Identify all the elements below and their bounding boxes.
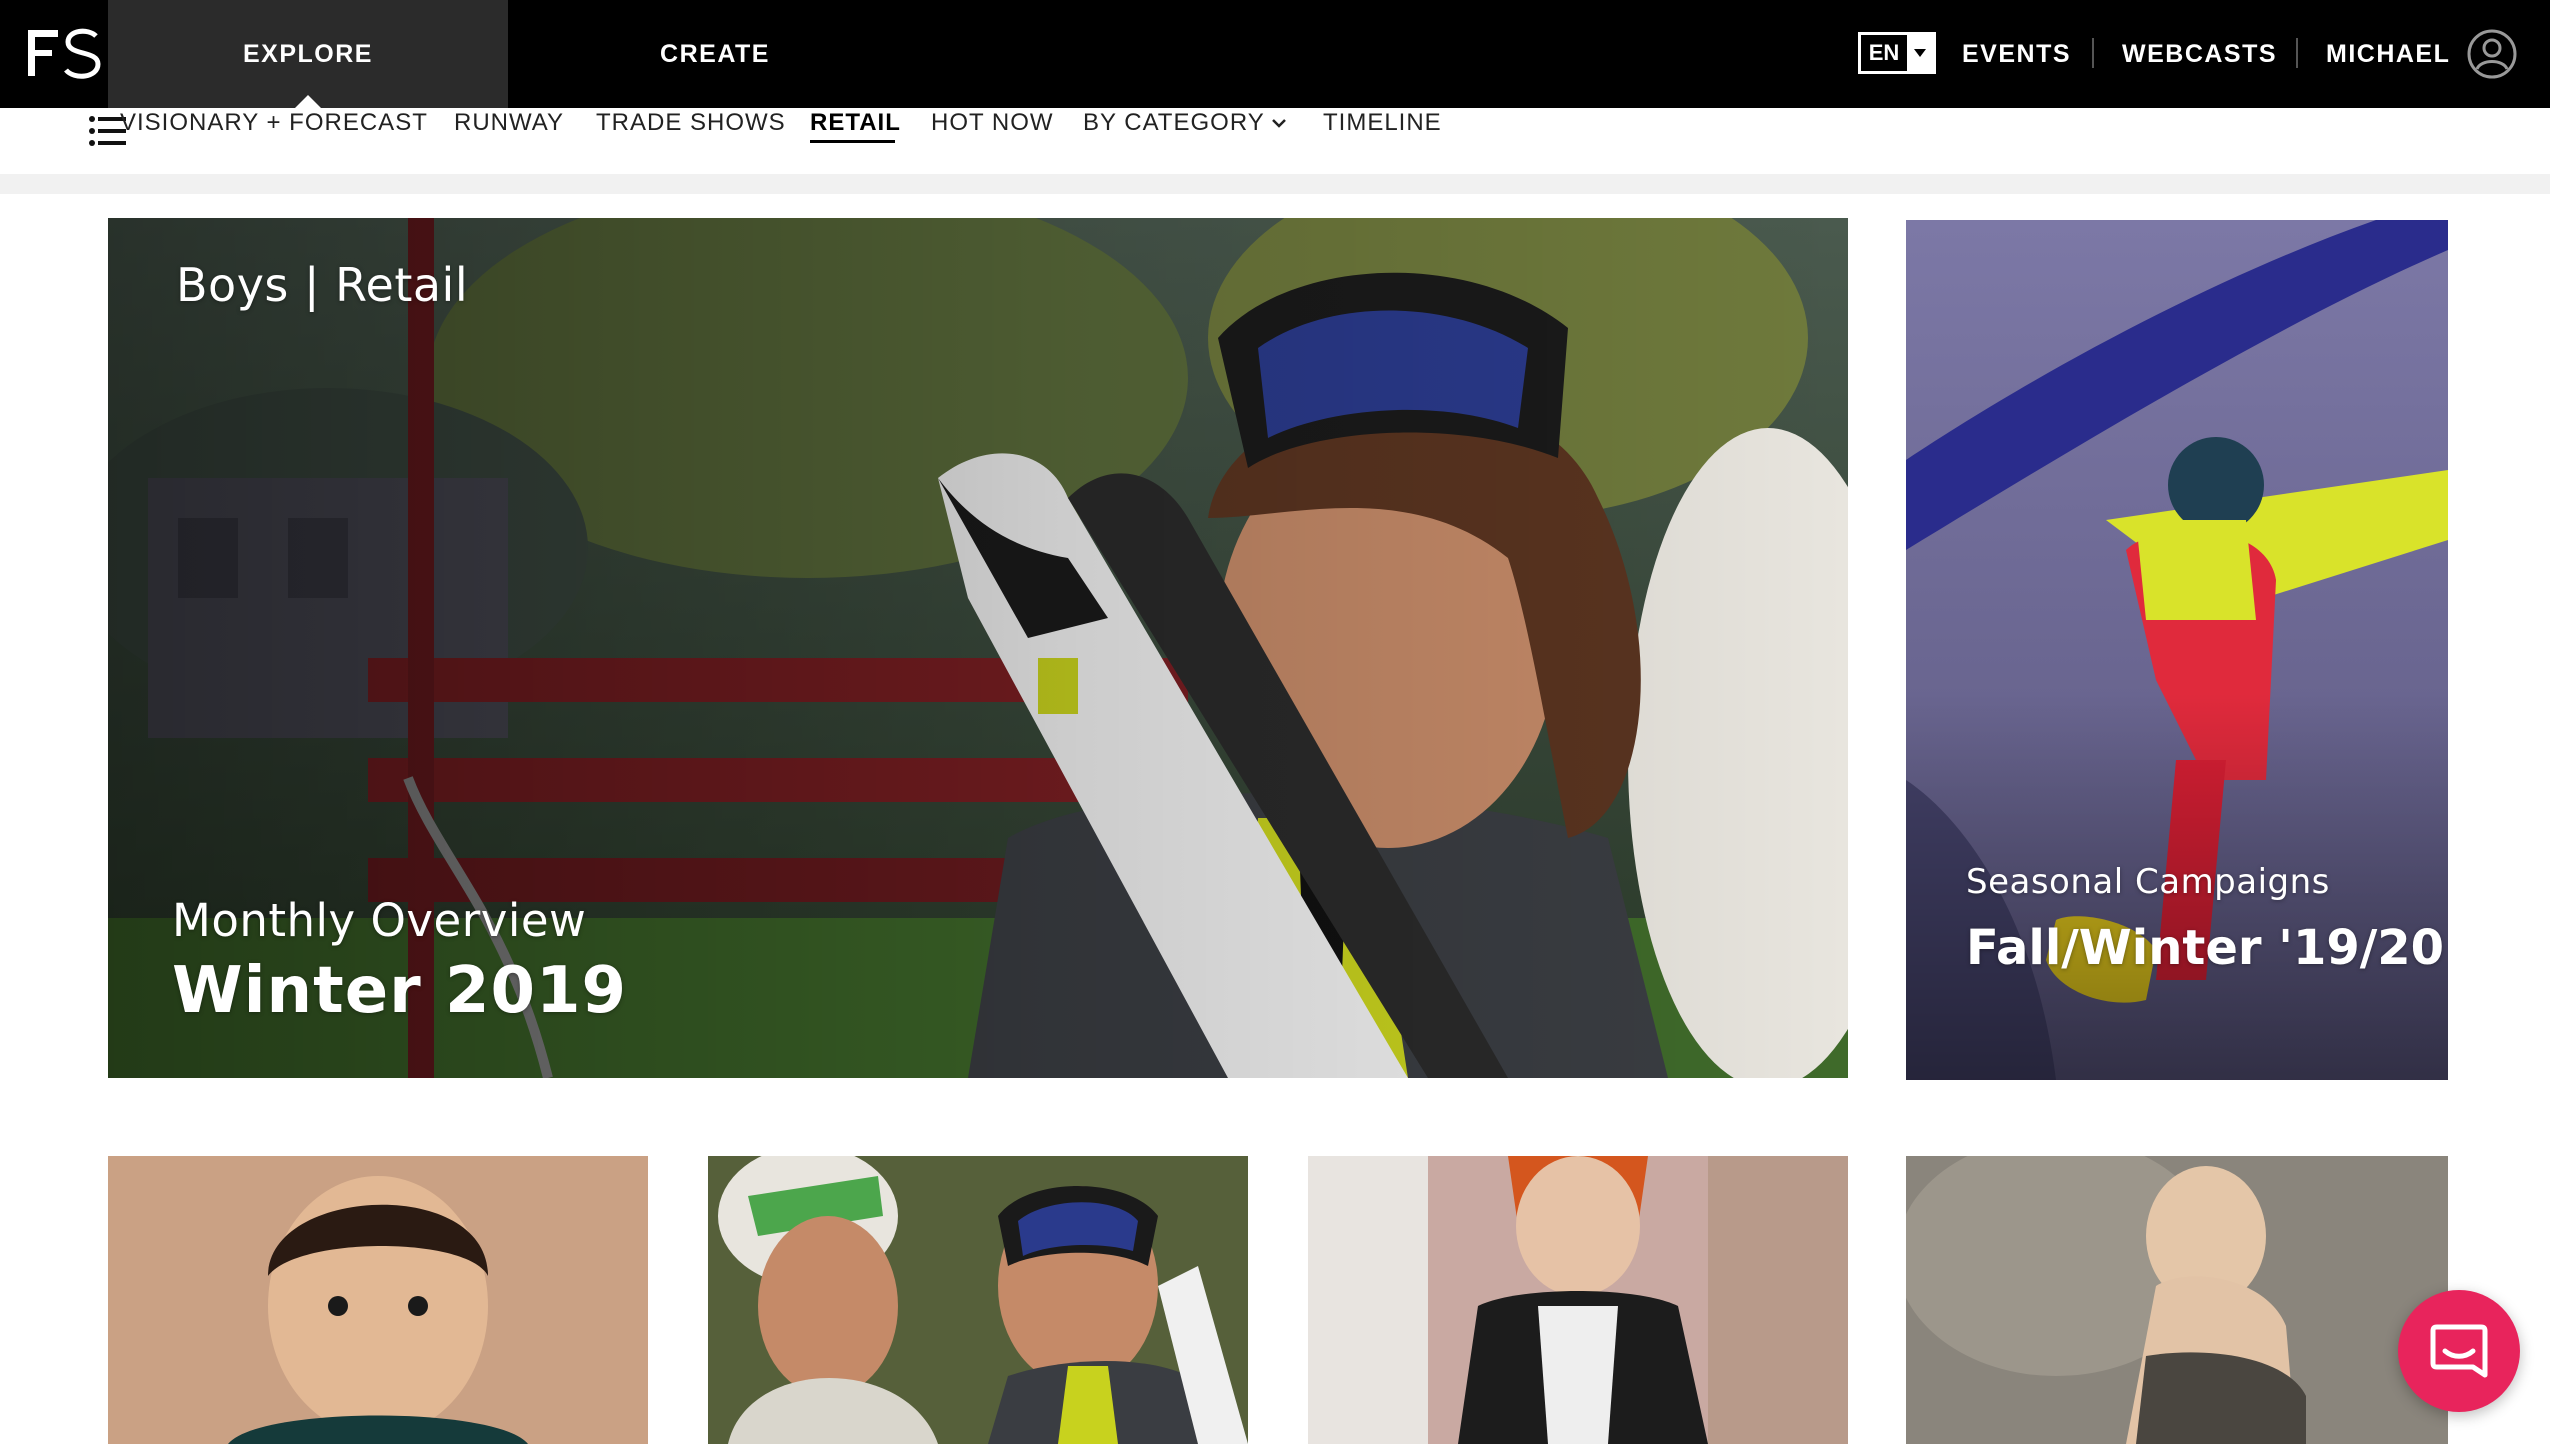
subnav-item-runway[interactable]: RUNWAY (454, 108, 564, 138)
subnav-item-timeline[interactable]: TIMELINE (1323, 108, 1442, 138)
hero-category-tag: Boys | Retail (176, 258, 469, 312)
thumbnail-toddler-image (108, 1156, 648, 1444)
chat-bubble-icon (2430, 1324, 2488, 1378)
user-menu-link[interactable]: MICHAEL (2326, 0, 2450, 108)
tab-explore-label: EXPLORE (243, 39, 373, 68)
caret-down-icon (1907, 35, 1933, 71)
chat-launcher-button[interactable] (2398, 1290, 2520, 1412)
thumbnail-ski-kids-image (708, 1156, 1248, 1444)
subnav-item-trade-shows[interactable]: TRADE SHOWS (596, 108, 786, 138)
fs-logo[interactable] (26, 22, 106, 84)
subnav-divider-band (0, 174, 2550, 194)
nav-divider (2296, 38, 2298, 68)
language-select-value: EN (1861, 35, 1907, 71)
side-card-seasonal-campaigns[interactable]: Seasonal Campaigns Fall/Winter '19/20 (1906, 220, 2448, 1080)
webcasts-link[interactable]: WEBCASTS (2122, 0, 2277, 108)
side-card-subtitle: Seasonal Campaigns (1966, 862, 2330, 902)
hero-card-monthly-overview[interactable]: Boys | Retail Monthly Overview Winter 20… (108, 218, 1848, 1078)
tab-explore[interactable]: EXPLORE (108, 0, 508, 109)
top-navigation-bar: EXPLORE CREATE EN EVENTS WEBCASTS MICHAE… (0, 0, 2550, 109)
subnav-item-hot-now[interactable]: HOT NOW (931, 108, 1054, 138)
thumbnail-card[interactable] (708, 1156, 1248, 1444)
subnav-item-by-category[interactable]: BY CATEGORY (1083, 108, 1265, 138)
active-tab-underline (810, 140, 895, 143)
thumbnail-boy-jacket-image (1308, 1156, 1848, 1444)
hero-image (108, 218, 1848, 1078)
tab-create[interactable]: CREATE (508, 0, 922, 108)
thumbnail-baby-image (1906, 1156, 2448, 1444)
thumbnail-card[interactable] (1308, 1156, 1848, 1444)
fs-logo-mark (28, 28, 101, 79)
side-card-title: Fall/Winter '19/20 (1966, 920, 2445, 976)
thumbnail-card[interactable] (108, 1156, 648, 1444)
language-select[interactable]: EN (1858, 32, 1936, 74)
subnav-item-visionary-forecast[interactable]: VISIONARY + FORECAST (120, 108, 428, 138)
chevron-down-icon[interactable] (1270, 117, 1288, 129)
thumbnail-card[interactable] (1906, 1156, 2448, 1444)
user-circle-icon[interactable] (2466, 28, 2518, 80)
hero-subtitle: Monthly Overview (172, 894, 587, 947)
tab-create-label: CREATE (660, 39, 770, 68)
hero-title: Winter 2019 (172, 954, 628, 1028)
nav-divider (2092, 38, 2094, 68)
events-link[interactable]: EVENTS (1962, 0, 2071, 108)
subnav-item-retail[interactable]: RETAIL (810, 108, 901, 138)
